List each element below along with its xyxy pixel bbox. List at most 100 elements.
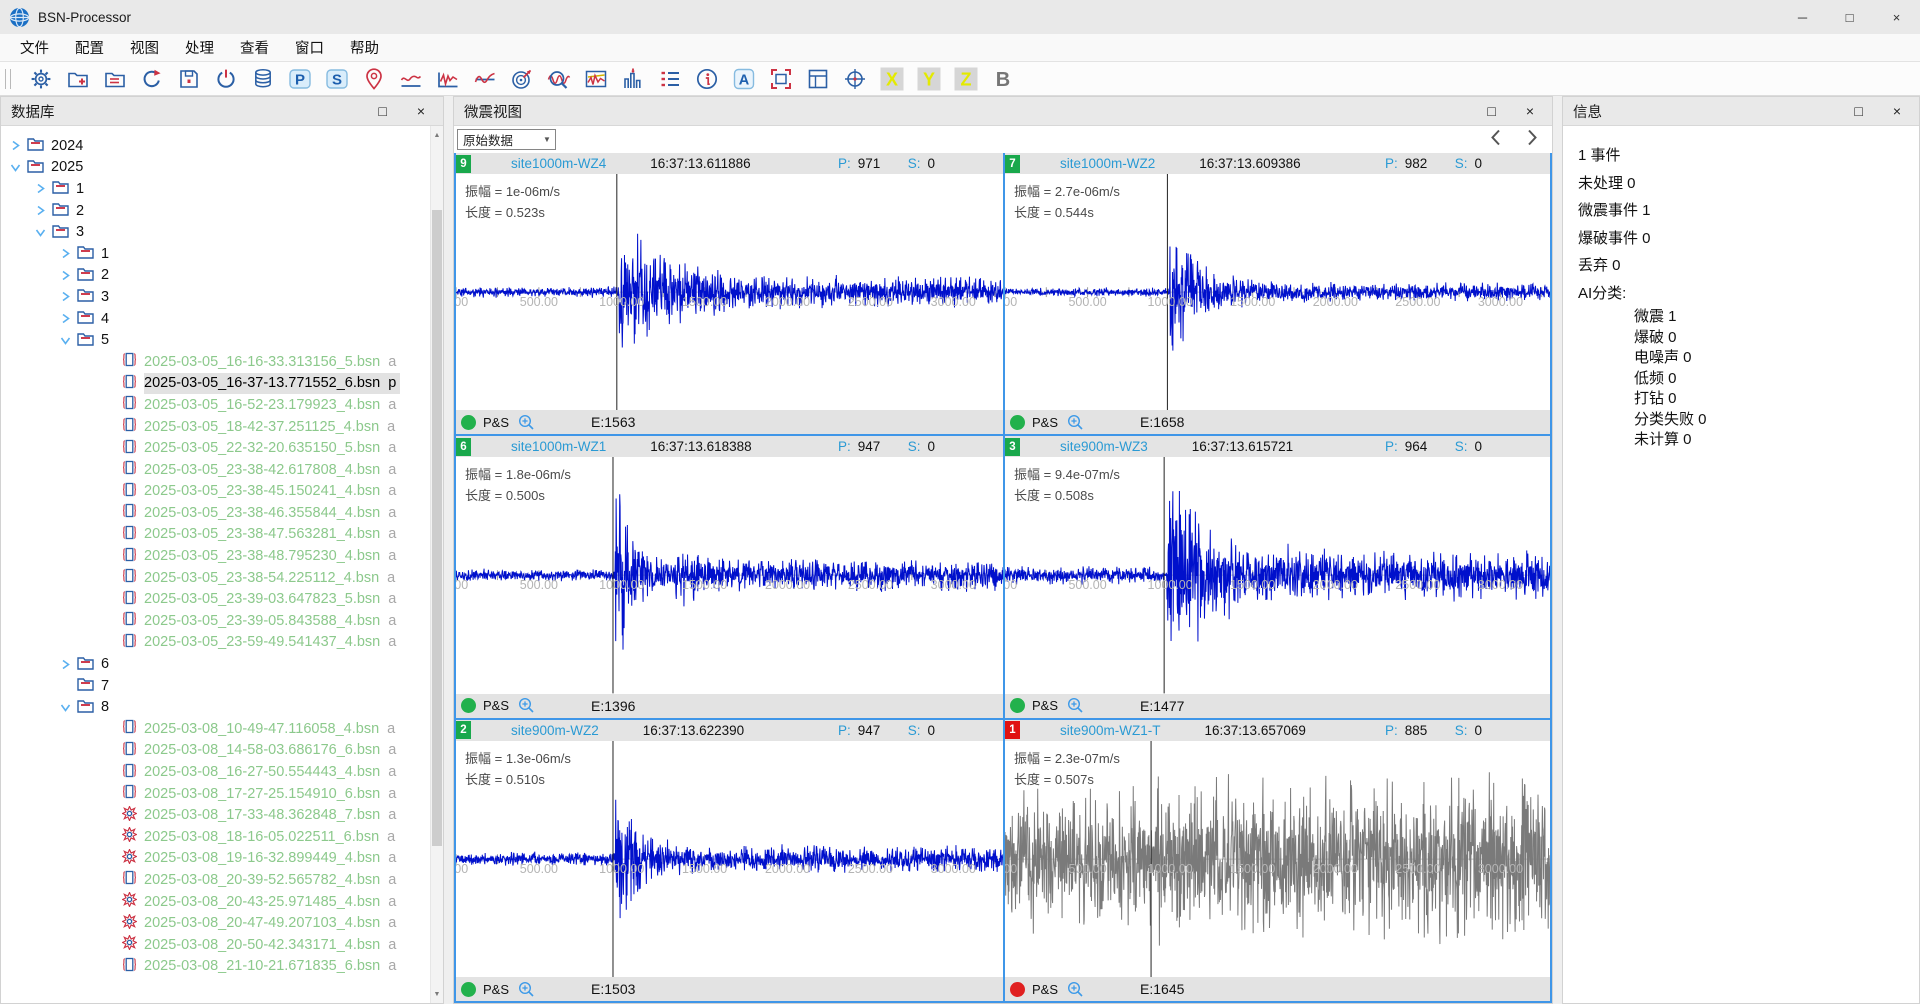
zoom-in-icon[interactable]	[518, 697, 535, 714]
zoom-in-icon[interactable]	[518, 414, 535, 431]
tree-folder-1[interactable]: 1	[1, 243, 443, 265]
chevron-right-icon[interactable]	[34, 182, 47, 195]
chevron-down-icon[interactable]	[34, 226, 47, 239]
tree-file[interactable]: 2025-03-05_22-32-20.635150_5.bsna	[1, 437, 443, 459]
tree-file[interactable]: 2025-03-08_20-43-25.971485_4.bsna	[1, 891, 443, 913]
fit-view-icon[interactable]	[767, 65, 794, 92]
maximize-button[interactable]: □	[1826, 0, 1873, 34]
tree-file[interactable]: 2025-03-05_23-39-03.647823_5.bsna	[1, 588, 443, 610]
tree-file[interactable]: 2025-03-08_20-39-52.565782_4.bsna	[1, 869, 443, 891]
chevron-right-icon[interactable]	[59, 290, 72, 303]
tree-file[interactable]: 2025-03-05_23-59-49.541437_4.bsna	[1, 632, 443, 654]
scrollbar-up-icon[interactable]: ▲	[431, 128, 443, 142]
tree-file[interactable]: 2025-03-08_21-10-21.671835_6.bsna	[1, 956, 443, 978]
menu-item-0[interactable]: 文件	[7, 34, 62, 61]
tree-file[interactable]: 2025-03-05_23-39-05.843588_4.bsna	[1, 610, 443, 632]
zoom-in-icon[interactable]	[1067, 414, 1084, 431]
tree-file[interactable]: 2025-03-05_23-38-45.150241_4.bsna	[1, 481, 443, 503]
tree-file[interactable]: 2025-03-05_23-38-46.355844_4.bsna	[1, 502, 443, 524]
chevron-down-icon[interactable]	[59, 701, 72, 714]
info-close-button[interactable]: ×	[1893, 103, 1901, 119]
waveform-smooth-icon[interactable]	[397, 65, 424, 92]
tree-folder-2[interactable]: 2	[1, 200, 443, 222]
text-annotation-icon[interactable]: A	[730, 65, 757, 92]
axis-z-icon[interactable]: Z	[952, 65, 979, 92]
site-name[interactable]: site1000m-WZ2	[1060, 156, 1155, 171]
waveform-filter-icon[interactable]	[471, 65, 498, 92]
tree-folder-3[interactable]: 3	[1, 286, 443, 308]
menu-item-4[interactable]: 查看	[227, 34, 282, 61]
menu-item-2[interactable]: 视图	[117, 34, 172, 61]
tree-folder-2025[interactable]: 2025	[1, 157, 443, 179]
close-button[interactable]: ×	[1873, 0, 1920, 34]
chevron-down-icon[interactable]	[9, 161, 22, 174]
zoom-in-icon[interactable]	[1067, 697, 1084, 714]
menu-item-1[interactable]: 配置	[62, 34, 117, 61]
zoom-in-icon[interactable]	[1067, 981, 1084, 998]
next-event-button[interactable]	[1526, 129, 1538, 151]
zoom-in-icon[interactable]	[518, 981, 535, 998]
tree-file[interactable]: 2025-03-08_10-49-47.116058_4.bsna	[1, 718, 443, 740]
ps-label[interactable]: P&S	[1032, 415, 1058, 430]
database-close-button[interactable]: ×	[417, 103, 425, 119]
tree-file[interactable]: 2025-03-05_18-42-37.251125_4.bsna	[1, 416, 443, 438]
menu-item-5[interactable]: 窗口	[282, 34, 337, 61]
tree-file[interactable]: 2025-03-05_16-16-33.313156_5.bsna	[1, 351, 443, 373]
chevron-right-icon[interactable]	[59, 658, 72, 671]
tree-file[interactable]: 2025-03-08_17-33-48.362848_7.bsna	[1, 804, 443, 826]
wave-zoom-icon[interactable]	[545, 65, 572, 92]
ps-label[interactable]: P&S	[483, 982, 509, 997]
scrollbar-thumb[interactable]	[432, 210, 442, 846]
seismic-close-button[interactable]: ×	[1526, 103, 1534, 119]
p-phase-icon[interactable]: P	[286, 65, 313, 92]
tree-folder-8[interactable]: 8	[1, 696, 443, 718]
info-maximize-button[interactable]: □	[1854, 103, 1862, 119]
waveform-pick-icon[interactable]	[434, 65, 461, 92]
chevron-right-icon[interactable]	[59, 269, 72, 282]
tree-scrollbar[interactable]: ▲ ▼	[430, 126, 443, 1003]
crosshair-icon[interactable]	[841, 65, 868, 92]
tree-file[interactable]: 2025-03-05_23-38-48.795230_4.bsna	[1, 545, 443, 567]
target-icon[interactable]	[508, 65, 535, 92]
tree-folder-2[interactable]: 2	[1, 265, 443, 287]
s-phase-icon[interactable]: S	[323, 65, 350, 92]
waveform-plot[interactable]: 0.00500.001000.001500.002000.002500.0030…	[1005, 174, 1550, 410]
settings-icon[interactable]	[27, 65, 54, 92]
chevron-right-icon[interactable]	[59, 247, 72, 260]
power-icon[interactable]	[212, 65, 239, 92]
toolbar-drag-handle[interactable]	[5, 69, 11, 89]
histogram-icon[interactable]	[619, 65, 646, 92]
tree-folder-4[interactable]: 4	[1, 308, 443, 330]
waveform-plot[interactable]: 0.00500.001000.001500.002000.002500.0030…	[1005, 457, 1550, 693]
minimize-button[interactable]: ─	[1779, 0, 1826, 34]
site-name[interactable]: site900m-WZ3	[1060, 439, 1148, 454]
new-folder-icon[interactable]	[64, 65, 91, 92]
tree-folder-1[interactable]: 1	[1, 178, 443, 200]
tree-file[interactable]: 2025-03-05_23-38-54.225112_4.bsna	[1, 567, 443, 589]
scrollbar-down-icon[interactable]: ▼	[431, 987, 443, 1001]
site-name[interactable]: site900m-WZ1-T	[1060, 723, 1161, 738]
tree-file[interactable]: 2025-03-08_17-27-25.154910_6.bsna	[1, 783, 443, 805]
event-list-icon[interactable]	[656, 65, 683, 92]
info-icon[interactable]	[693, 65, 720, 92]
tree-file[interactable]: 2025-03-05_23-38-47.563281_4.bsna	[1, 524, 443, 546]
tree-folder-6[interactable]: 6	[1, 653, 443, 675]
tree-folder-5[interactable]: 5	[1, 329, 443, 351]
waveform-plot[interactable]: 0.00500.001000.001500.002000.002500.0030…	[456, 741, 1003, 977]
tree-file[interactable]: 2025-03-08_16-27-50.554443_4.bsna	[1, 761, 443, 783]
ps-label[interactable]: P&S	[1032, 982, 1058, 997]
bold-b-icon[interactable]: B	[989, 65, 1016, 92]
tree-file[interactable]: 2025-03-08_20-47-49.207103_4.bsna	[1, 912, 443, 934]
database-icon[interactable]	[249, 65, 276, 92]
axis-x-icon[interactable]: X	[878, 65, 905, 92]
tree-file[interactable]: 2025-03-05_16-52-23.179923_4.bsna	[1, 394, 443, 416]
seismic-maximize-button[interactable]: □	[1487, 103, 1495, 119]
ps-label[interactable]: P&S	[483, 698, 509, 713]
wave-threshold-icon[interactable]	[582, 65, 609, 92]
tree-file[interactable]: 2025-03-05_16-37-13.771552_6.bsnp	[1, 373, 443, 395]
chevron-right-icon[interactable]	[34, 204, 47, 217]
menu-item-6[interactable]: 帮助	[337, 34, 392, 61]
locate-icon[interactable]	[360, 65, 387, 92]
waveform-plot[interactable]: 0.00500.001000.001500.002000.002500.0030…	[456, 457, 1003, 693]
report-icon[interactable]	[804, 65, 831, 92]
